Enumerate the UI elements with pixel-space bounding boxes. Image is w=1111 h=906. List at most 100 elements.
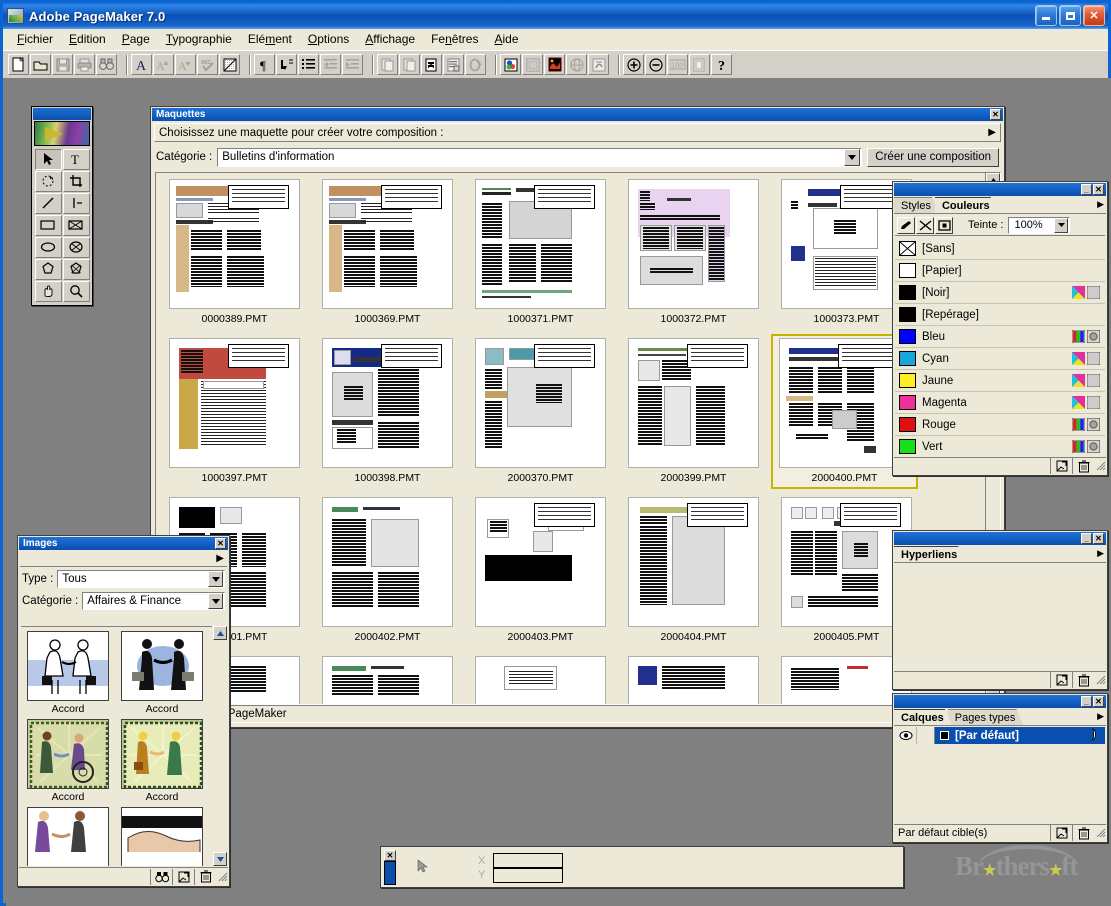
chevron-down-icon[interactable] (208, 593, 223, 609)
fill-pattern-icon[interactable] (219, 54, 240, 75)
hand-tool[interactable] (35, 281, 62, 302)
hyperlinks-close-button[interactable]: ✕ (1093, 533, 1104, 544)
polygon-tool[interactable] (35, 259, 62, 280)
template-thumbnail[interactable] (322, 179, 453, 309)
layers-palette-titlebar[interactable]: _ ✕ (894, 695, 1106, 708)
images-palette-titlebar[interactable]: Images ✕ (19, 537, 228, 550)
template-item[interactable]: 0000389.PMT (161, 177, 308, 332)
chevron-down-icon[interactable] (208, 571, 223, 587)
template-thumbnail[interactable] (475, 497, 606, 627)
images-category-dropdown[interactable]: Affaires & Finance (82, 592, 225, 610)
template-item[interactable]: 2000399.PMT (620, 336, 767, 491)
hyperlinks-minimize-button[interactable]: _ (1081, 533, 1092, 544)
hyperlinks-list[interactable] (894, 564, 1106, 671)
zoom-tool[interactable] (63, 281, 90, 302)
menu-page[interactable]: Page (114, 30, 158, 48)
menu-fenetres[interactable]: Fenêtres (423, 30, 486, 48)
template-thumbnail[interactable] (169, 179, 300, 309)
template-thumbnail[interactable] (475, 338, 606, 468)
pointer-tool[interactable] (35, 149, 62, 170)
tint-dropdown[interactable]: 100% (1008, 217, 1070, 234)
ellipse-tool[interactable] (35, 237, 62, 258)
layers-close-button[interactable]: ✕ (1093, 696, 1104, 707)
tab-pages-types[interactable]: Pages types (948, 709, 1024, 725)
template-item[interactable]: 1000372.PMT (620, 177, 767, 332)
ellipse-frame-tool[interactable] (63, 237, 90, 258)
new-layer-icon[interactable] (1050, 825, 1072, 841)
delete-trash-icon[interactable] (194, 869, 216, 885)
maquettes-close-button[interactable]: ✕ (990, 109, 1001, 120)
menu-fichier[interactable]: FFichierichier (9, 30, 61, 48)
template-thumbnail[interactable] (322, 656, 453, 705)
rotate-tool[interactable] (35, 171, 62, 192)
color-list[interactable]: [Sans][Papier][Noir][Repérage]BleuCyanJa… (895, 238, 1105, 455)
layers-list[interactable]: [Par défaut] (895, 726, 1105, 823)
template-item[interactable] (467, 654, 614, 705)
images-thumbnail-grid[interactable]: Accord Accord Accord (21, 626, 212, 866)
text-tool[interactable]: T (63, 149, 90, 170)
rectangle-frame-tool[interactable] (63, 215, 90, 236)
tab-hyperliens[interactable]: Hyperliens (894, 546, 965, 562)
template-thumbnail[interactable] (322, 338, 453, 468)
search-binoculars-icon[interactable] (150, 869, 172, 885)
menu-typographie[interactable]: Typographie (158, 30, 240, 48)
template-item[interactable]: 2000404.PMT (620, 495, 767, 650)
xy-coordinate-fields[interactable] (493, 853, 563, 883)
open-folder-icon[interactable] (30, 54, 51, 75)
layer-row[interactable]: [Par défaut] (895, 727, 1105, 744)
color-row[interactable]: Cyan (895, 348, 1105, 370)
lock-toggle[interactable] (917, 727, 935, 744)
images-close-button[interactable]: ✕ (215, 538, 226, 549)
none-x-icon[interactable] (916, 217, 934, 234)
photoshop-effects-icon[interactable] (544, 54, 565, 75)
layer-selected-row[interactable]: [Par défaut] (935, 727, 1105, 744)
colors-palette-menu-icon[interactable]: ▶ (1097, 199, 1104, 210)
image-item[interactable] (117, 807, 207, 866)
image-item[interactable]: Accord (117, 631, 207, 715)
template-thumbnail[interactable] (628, 497, 759, 627)
template-thumbnail[interactable] (628, 338, 759, 468)
color-row[interactable]: Rouge (895, 414, 1105, 436)
category-dropdown[interactable]: Bulletins d'information (217, 148, 862, 167)
image-item[interactable]: Accord (23, 719, 113, 803)
bullet-list-icon[interactable] (298, 54, 319, 75)
resize-grip[interactable] (1094, 459, 1106, 473)
new-document-icon[interactable] (8, 54, 29, 75)
color-row[interactable]: Bleu (895, 326, 1105, 348)
resize-grip[interactable] (1094, 673, 1106, 687)
maquettes-menu-arrow-icon[interactable]: ▶ (988, 127, 996, 138)
template-item[interactable] (620, 654, 767, 705)
menu-element[interactable]: Elément (240, 30, 300, 48)
new-hyperlink-icon[interactable] (1050, 672, 1072, 688)
menu-affichage[interactable]: Affichage (357, 30, 423, 48)
color-row[interactable]: [Repérage] (895, 304, 1105, 326)
delete-trash-icon[interactable] (1072, 458, 1094, 474)
resize-grip[interactable] (1094, 826, 1106, 840)
template-gallery[interactable]: 0000389.PMT1000369.PMT1000371.PMT1000372… (155, 172, 1001, 705)
template-thumbnail[interactable] (169, 338, 300, 468)
image-item[interactable]: Accord (117, 719, 207, 803)
template-thumbnail[interactable] (322, 497, 453, 627)
images-palette-menu-icon[interactable]: ▶ (216, 553, 224, 564)
color-row[interactable]: [Papier] (895, 260, 1105, 282)
template-thumbnail[interactable] (475, 179, 606, 309)
help-question-icon[interactable]: ? (711, 54, 732, 75)
color-row[interactable]: [Noir] (895, 282, 1105, 304)
rectangle-tool[interactable] (35, 215, 62, 236)
template-thumbnail[interactable] (628, 179, 759, 309)
new-color-icon[interactable] (1050, 458, 1072, 474)
image-thumbnail[interactable] (27, 719, 109, 789)
images-type-dropdown[interactable]: Tous (57, 570, 225, 588)
chevron-down-icon[interactable] (844, 149, 860, 166)
images-scroll-down-button[interactable] (213, 852, 227, 866)
template-thumbnail[interactable] (475, 656, 606, 705)
polygon-frame-tool[interactable] (63, 259, 90, 280)
image-thumbnail[interactable] (27, 631, 109, 701)
control-palette-proxy[interactable] (384, 861, 396, 885)
template-item[interactable]: 1000371.PMT (467, 177, 614, 332)
hyperlinks-palette-titlebar[interactable]: _ ✕ (894, 532, 1106, 545)
menu-options[interactable]: Options (300, 30, 357, 48)
control-palette-close-button[interactable]: ✕ (384, 850, 396, 861)
colors-close-button[interactable]: ✕ (1093, 184, 1104, 195)
toolbox-titlebar[interactable] (33, 108, 91, 120)
